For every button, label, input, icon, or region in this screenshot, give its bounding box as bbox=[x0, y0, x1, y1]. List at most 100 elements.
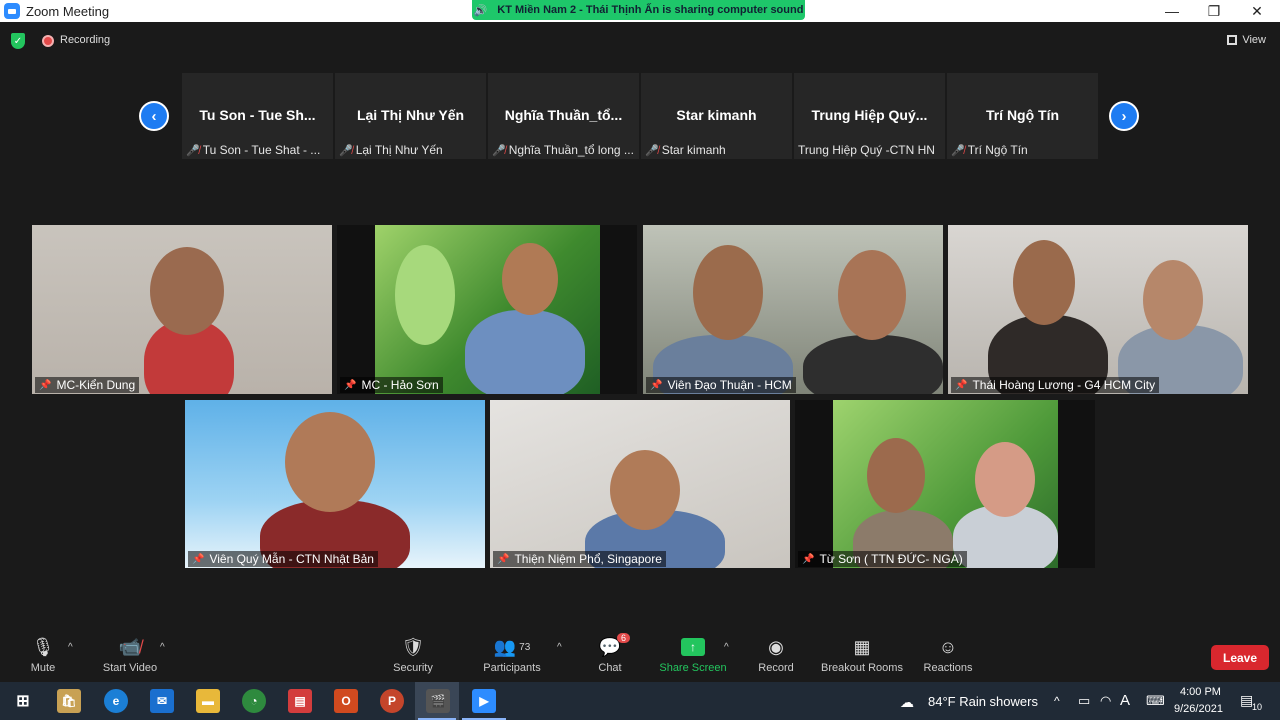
video-name: MC-Kiển Dung bbox=[56, 378, 136, 392]
view-label: View bbox=[1242, 34, 1266, 46]
audio-options-caret-icon[interactable]: ^ bbox=[68, 642, 73, 653]
participant-face bbox=[693, 245, 763, 340]
participants-caret-icon[interactable]: ^ bbox=[557, 642, 562, 653]
tile-name: Trung Hiệp Quý -CTN HN bbox=[798, 143, 941, 157]
video-tile[interactable]: 📌 MC - Hảo Sơn bbox=[337, 225, 637, 394]
file-explorer-icon[interactable]: ▬ bbox=[196, 689, 220, 713]
close-button[interactable]: ✕ bbox=[1237, 0, 1277, 22]
filmstrip-tile[interactable]: Lại Thị Như Yến 🎤̸ Lại Thị Như Yến bbox=[335, 73, 486, 159]
video-off-icon: 📹̸ bbox=[118, 636, 142, 657]
video-tile[interactable]: 📌 MC-Kiển Dung bbox=[32, 225, 332, 394]
participant-face bbox=[1143, 260, 1203, 340]
share-arrow-icon: ↑ bbox=[681, 638, 705, 656]
participants-button[interactable]: 👥 73 Participants bbox=[467, 636, 557, 675]
leave-button[interactable]: Leave bbox=[1211, 645, 1269, 670]
tile-display-name: Lại Thị Như Yến bbox=[356, 107, 465, 123]
filmstrip-tile[interactable]: Tu Son - Tue Sh... 🎤̸ Tu Son - Tue Shat -… bbox=[182, 73, 333, 159]
mute-button[interactable]: 🎙 Mute bbox=[0, 636, 88, 675]
filmstrip-tile[interactable]: Trí Ngộ Tín 🎤̸ Trí Ngộ Tín bbox=[947, 73, 1098, 159]
video-tile[interactable]: 📌 Viên Quý Mẫn - CTN Nhật Bản bbox=[185, 400, 485, 568]
participant-face bbox=[502, 243, 558, 315]
video-tile[interactable]: 📌 Từ Sơn ( TTN ĐỨC- NGA) bbox=[795, 400, 1095, 568]
recording-indicator-icon[interactable] bbox=[42, 35, 54, 47]
zoom-app-icon bbox=[4, 3, 20, 19]
reactions-icon: ☺ bbox=[938, 636, 958, 657]
filmstrip-tile[interactable]: Nghĩa Thuần_tổ... 🎤̸ Nghĩa Thuần_tổ long … bbox=[488, 73, 639, 159]
tile-display-name: Tu Son - Tue Sh... bbox=[199, 107, 316, 123]
video-tile[interactable]: 📌 Viên Đạo Thuận - HCM bbox=[643, 225, 943, 394]
view-grid-icon bbox=[1227, 35, 1238, 45]
sound-share-banner[interactable]: 🔊 KT Miền Nam 2 - Thái Thịnh Ấn is shari… bbox=[472, 0, 805, 20]
input-language[interactable]: A bbox=[1120, 692, 1130, 709]
video-name: Thái Hoàng Lương - G4 HCM City bbox=[972, 378, 1156, 392]
video-name: Từ Sơn ( TTN ĐỨC- NGA) bbox=[819, 552, 963, 566]
tile-name-text: Trung Hiệp Quý -CTN HN bbox=[798, 143, 935, 157]
filmstrip-prev-button[interactable]: ‹ bbox=[139, 101, 169, 131]
microphone-icon: 🎙 bbox=[31, 636, 55, 657]
mute-label: Mute bbox=[30, 662, 56, 674]
clock-time[interactable]: 4:00 PM bbox=[1180, 686, 1221, 698]
reactions-button[interactable]: ☺ Reactions bbox=[903, 636, 993, 675]
pin-icon: 📌 bbox=[802, 553, 815, 565]
chat-badge: 6 bbox=[617, 633, 631, 643]
mail-icon[interactable]: ✉ bbox=[150, 689, 174, 713]
photos-app-icon[interactable]: ▤ bbox=[288, 689, 312, 713]
participant-face bbox=[285, 412, 375, 512]
security-button[interactable]: 🛡 Security bbox=[368, 636, 458, 675]
weather-text[interactable]: 84°F Rain showers bbox=[928, 694, 1038, 709]
video-name: Viên Quý Mẫn - CTN Nhật Bản bbox=[209, 552, 374, 566]
tile-display-name: Trí Ngộ Tín bbox=[985, 107, 1060, 123]
window-title: Zoom Meeting bbox=[26, 3, 110, 19]
zoom-taskbar-icon[interactable]: ▶ bbox=[472, 689, 496, 713]
mic-muted-icon: 🎤̸ bbox=[645, 144, 659, 157]
share-screen-label: Share Screen bbox=[659, 662, 727, 674]
store-icon[interactable]: 🛍 bbox=[57, 689, 81, 713]
edge-browser-icon[interactable]: e bbox=[104, 689, 128, 713]
powerpoint-icon[interactable]: P bbox=[380, 689, 404, 713]
participant-face bbox=[867, 438, 925, 513]
mic-muted-icon: 🎤̸ bbox=[492, 144, 506, 157]
minimize-button[interactable]: — bbox=[1152, 0, 1192, 22]
meeting-top-bar: ✓ Recording View bbox=[0, 28, 1280, 54]
tray-chevron-icon[interactable]: ^ bbox=[1054, 694, 1060, 708]
video-tile[interactable]: 📌 Thái Hoàng Lương - G4 HCM City bbox=[948, 225, 1248, 394]
video-nameplate: 📌 MC-Kiển Dung bbox=[35, 377, 140, 393]
filmstrip-next-button[interactable]: › bbox=[1109, 101, 1139, 131]
weather-cloud-icon[interactable]: ☁ bbox=[900, 694, 914, 711]
tile-name: 🎤̸ Nghĩa Thuần_tổ long ... bbox=[492, 143, 635, 157]
breakout-rooms-button[interactable]: ▦ Breakout Rooms bbox=[817, 636, 907, 675]
network-icon[interactable]: ▭ bbox=[1078, 693, 1090, 709]
tile-name: 🎤̸ Trí Ngộ Tín bbox=[951, 143, 1094, 157]
participants-count: 73 bbox=[519, 641, 531, 653]
title-bar: Zoom Meeting 🔊 KT Miền Nam 2 - Thái Thịn… bbox=[0, 0, 1280, 22]
windows-start-icon[interactable]: ⊞ bbox=[11, 689, 35, 713]
video-nameplate: 📌 Thái Hoàng Lương - G4 HCM City bbox=[951, 377, 1160, 393]
pin-icon: 📌 bbox=[650, 379, 663, 391]
wifi-icon[interactable]: ◠ bbox=[1100, 693, 1111, 709]
video-tile[interactable]: 📌 Thiện Niệm Phổ, Singapore bbox=[490, 400, 790, 568]
onscreen-keyboard-icon[interactable]: ⌨ bbox=[1146, 693, 1165, 709]
office-icon[interactable]: O bbox=[334, 689, 358, 713]
pin-icon: 📌 bbox=[344, 379, 357, 391]
record-label: Record bbox=[758, 662, 794, 674]
filmstrip-tile[interactable]: Star kimanh 🎤̸ Star kimanh bbox=[641, 73, 792, 159]
video-nameplate: 📌 MC - Hảo Sơn bbox=[340, 377, 443, 393]
chat-button[interactable]: 💬 6 Chat bbox=[565, 633, 655, 674]
chart-app-icon[interactable]: ◔ bbox=[242, 689, 266, 713]
speaker-icon: 🔊 bbox=[473, 4, 488, 17]
maximize-button[interactable]: ❐ bbox=[1194, 0, 1234, 22]
security-shield-icon[interactable]: ✓ bbox=[11, 33, 25, 49]
breakout-rooms-icon: ▦ bbox=[853, 636, 871, 657]
windows-taskbar: ⊞ 🛍 e ✉ ▬ ◔ ▤ O P 🎬 ▶ ☁ 84°F Rain shower… bbox=[0, 682, 1280, 720]
reactions-label: Reactions bbox=[923, 662, 973, 674]
tile-display-name: Nghĩa Thuần_tổ... bbox=[504, 107, 623, 123]
record-button[interactable]: ◉ Record bbox=[731, 636, 821, 675]
video-editor-icon[interactable]: 🎬 bbox=[426, 689, 450, 713]
view-button[interactable]: View bbox=[1227, 34, 1266, 46]
filmstrip-tile[interactable]: Trung Hiệp Quý... Trung Hiệp Quý -CTN HN bbox=[794, 73, 945, 159]
tile-name: 🎤̸ Lại Thị Như Yến bbox=[339, 143, 482, 157]
clock-date[interactable]: 9/26/2021 bbox=[1174, 703, 1223, 715]
video-options-caret-icon[interactable]: ^ bbox=[160, 642, 165, 653]
notification-count: 10 bbox=[1252, 702, 1263, 712]
share-options-caret-icon[interactable]: ^ bbox=[724, 642, 729, 653]
